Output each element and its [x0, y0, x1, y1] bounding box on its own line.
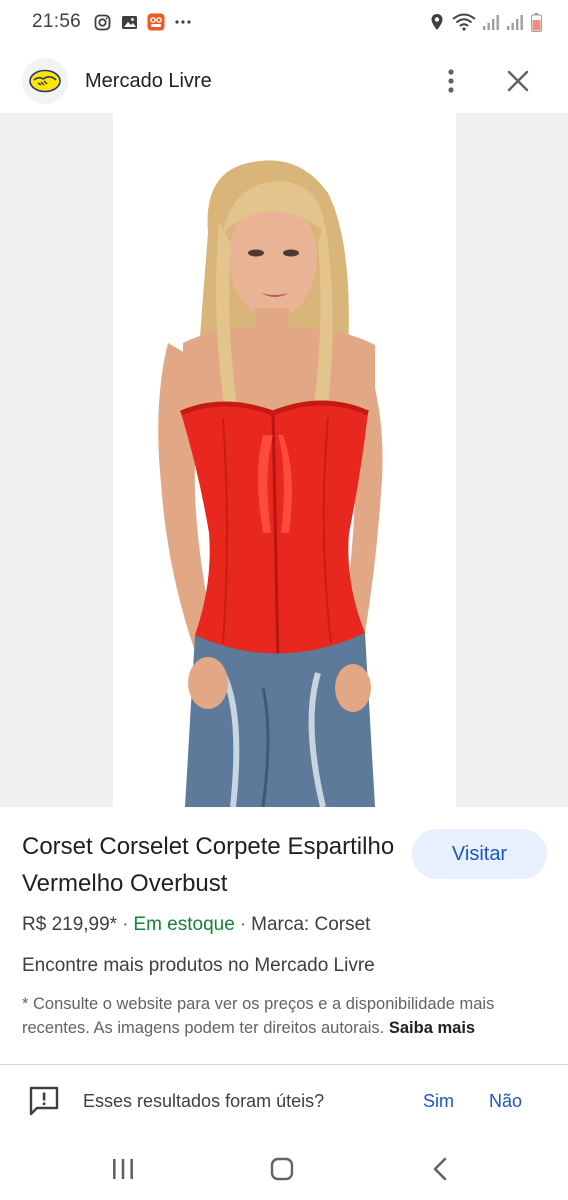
gallery-icon: [120, 13, 138, 31]
mercado-livre-logo: [22, 58, 68, 104]
corset-model-photo: [113, 113, 456, 807]
product-image-area[interactable]: [0, 113, 568, 807]
back-icon: [433, 1157, 447, 1181]
home-button[interactable]: [260, 1152, 304, 1186]
site-name: Mercado Livre: [85, 69, 212, 92]
more-products-link[interactable]: Encontre mais produtos no Mercado Livre: [22, 955, 375, 977]
product-meta-row: R$ 219,99* · Em estoque · Marca: Corset: [22, 914, 370, 936]
wifi-icon: [452, 13, 476, 31]
feedback-icon: [28, 1085, 60, 1117]
product-brand: Marca: Corset: [251, 914, 371, 935]
stock-status: Em estoque: [133, 914, 235, 935]
product-title[interactable]: Corset Corselet Corpete Espartilho Verme…: [22, 828, 402, 902]
header: Mercado Livre: [0, 50, 568, 112]
close-icon: [507, 70, 529, 92]
learn-more-link[interactable]: Saiba mais: [389, 1019, 475, 1037]
more-vert-icon: [448, 69, 454, 93]
recent-apps-button[interactable]: [101, 1152, 145, 1186]
feedback-question: Esses resultados foram úteis?: [83, 1091, 325, 1111]
status-icons-left: [93, 13, 192, 31]
separator: ·: [122, 914, 129, 935]
system-navigation-bar: [0, 1140, 568, 1200]
signal-icon: [482, 13, 500, 31]
feedback-yes-button[interactable]: Sim: [423, 1091, 454, 1112]
instagram-icon: [93, 13, 111, 31]
status-icons-right: [428, 12, 542, 32]
more-notifications-icon: [174, 13, 192, 31]
mercado-livre-handshake-logo: [29, 69, 61, 93]
status-bar: 21:56: [0, 0, 568, 44]
more-options-button[interactable]: [436, 62, 466, 100]
signal-icon-2: [506, 13, 524, 31]
location-icon: [428, 13, 446, 31]
recent-apps-icon: [113, 1159, 133, 1179]
divider: [0, 1064, 568, 1065]
separator: ·: [239, 914, 247, 935]
product-image[interactable]: [113, 113, 456, 807]
feedback-bar: Esses resultados foram úteis? Sim Não: [0, 1080, 568, 1124]
disclaimer: * Consulte o website para ver os preços …: [22, 992, 552, 1040]
feedback-no-button[interactable]: Não: [489, 1091, 522, 1112]
visit-button[interactable]: Visitar: [412, 829, 547, 879]
status-time: 21:56: [32, 11, 82, 32]
home-icon: [270, 1157, 294, 1181]
product-price: R$ 219,99*: [22, 914, 118, 935]
battery-icon: [530, 12, 542, 32]
close-button[interactable]: [500, 62, 536, 100]
app-notification-icon: [147, 13, 165, 31]
back-button[interactable]: [418, 1152, 462, 1186]
